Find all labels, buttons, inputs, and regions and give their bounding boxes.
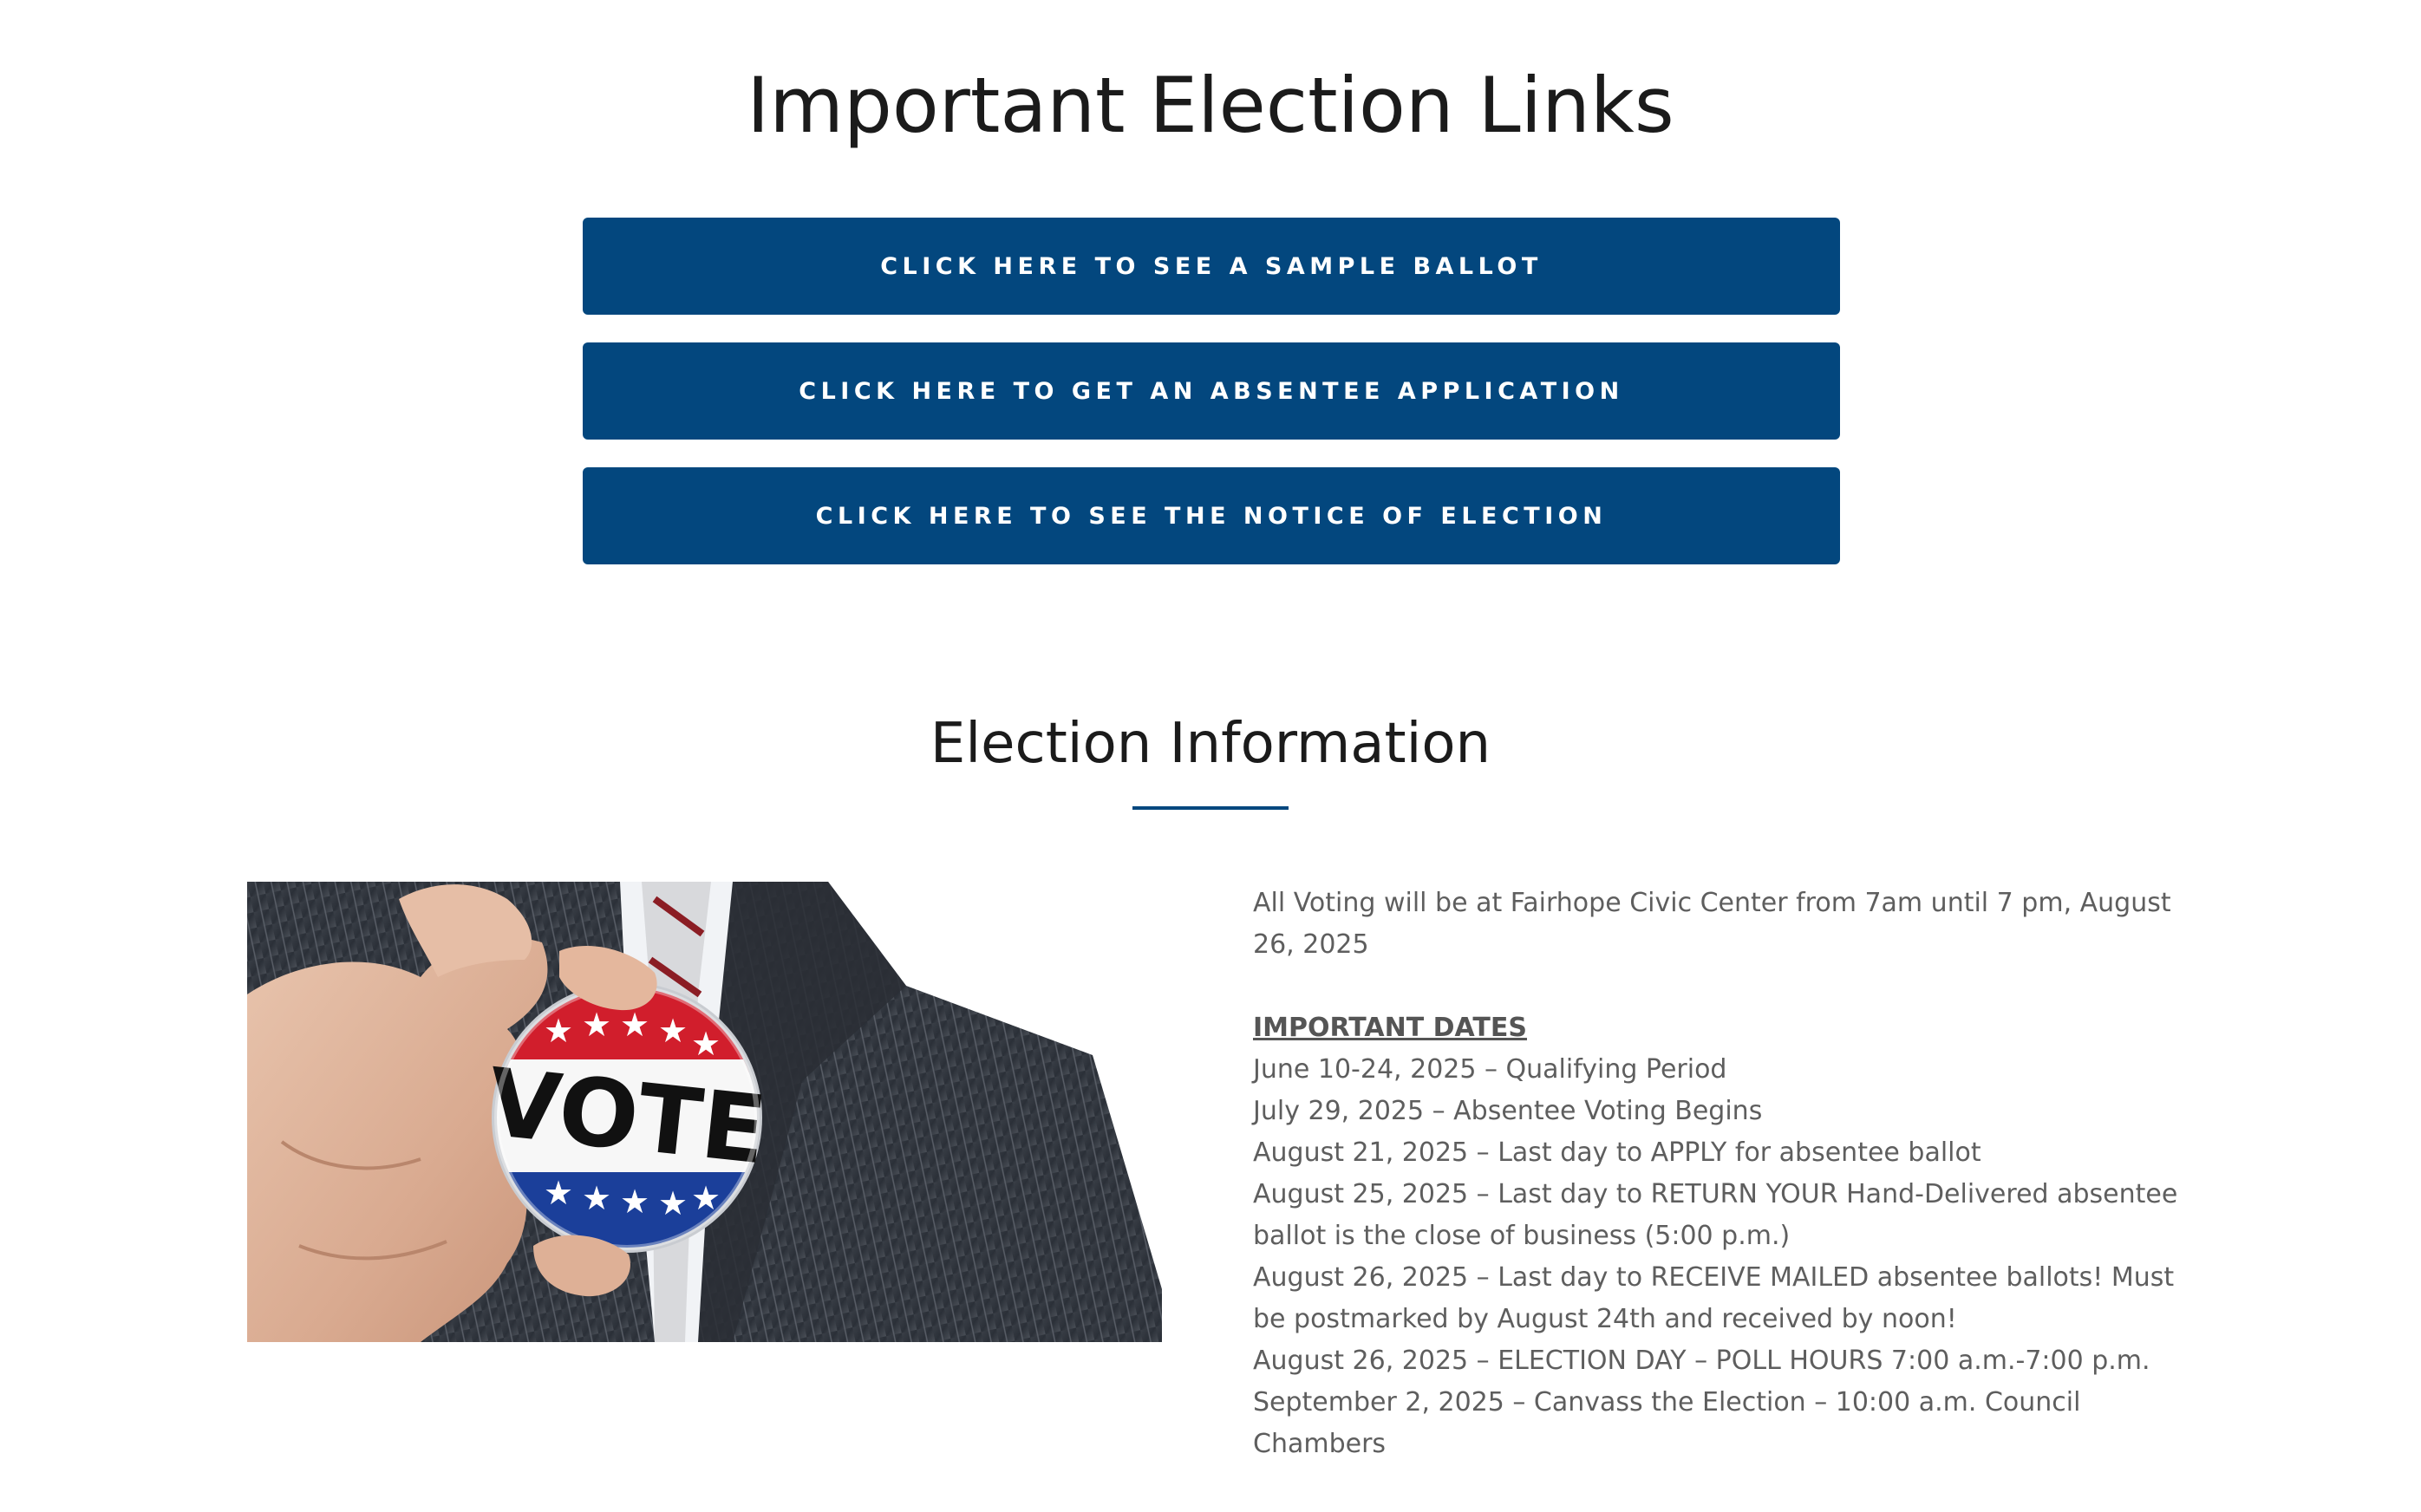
date-item: August 26, 2025 – Last day to RECEIVE MA…	[1253, 1262, 2175, 1334]
svg-text:★: ★	[620, 1006, 649, 1044]
links-section-title: Important Election Links	[747, 61, 1674, 150]
svg-text:★: ★	[582, 1006, 611, 1044]
notice-of-election-button[interactable]: CLICK HERE TO SEE THE NOTICE OF ELECTION	[583, 467, 1840, 564]
voting-location-text: All Voting will be at Fairhope Civic Cen…	[1253, 888, 2171, 960]
date-item: August 25, 2025 – Last day to RETURN YOU…	[1253, 1179, 2178, 1251]
svg-text:★: ★	[691, 1025, 721, 1063]
date-item: August 21, 2025 – Last day to APPLY for …	[1253, 1137, 1981, 1168]
sample-ballot-button[interactable]: CLICK HERE TO SEE A SAMPLE BALLOT	[583, 218, 1840, 315]
date-item: August 26, 2025 – ELECTION DAY – POLL HO…	[1253, 1346, 2150, 1376]
svg-text:★: ★	[658, 1184, 688, 1222]
svg-text:★: ★	[658, 1012, 688, 1050]
important-dates-heading: IMPORTANT DATES	[1253, 1013, 1527, 1043]
svg-text:★: ★	[620, 1183, 649, 1221]
date-item: July 29, 2025 – Absentee Voting Begins	[1253, 1096, 1763, 1126]
svg-text:★: ★	[544, 1174, 573, 1212]
absentee-application-button[interactable]: CLICK HERE TO GET AN ABSENTEE APPLICATIO…	[583, 342, 1840, 440]
election-info-title: Election Information	[930, 712, 1491, 776]
svg-text:★: ★	[544, 1012, 573, 1050]
title-underline-divider	[1132, 806, 1289, 810]
svg-text:★: ★	[582, 1179, 611, 1217]
election-info-text: All Voting will be at Fairhope Civic Cen…	[1253, 883, 2189, 1465]
date-item: June 10-24, 2025 – Qualifying Period	[1253, 1054, 1727, 1085]
vote-badge-photo: ★ ★ ★ ★ ★ VOTE ★ ★ ★ ★ ★	[247, 882, 1162, 1342]
date-item: September 2, 2025 – Canvass the Election…	[1253, 1387, 2081, 1459]
